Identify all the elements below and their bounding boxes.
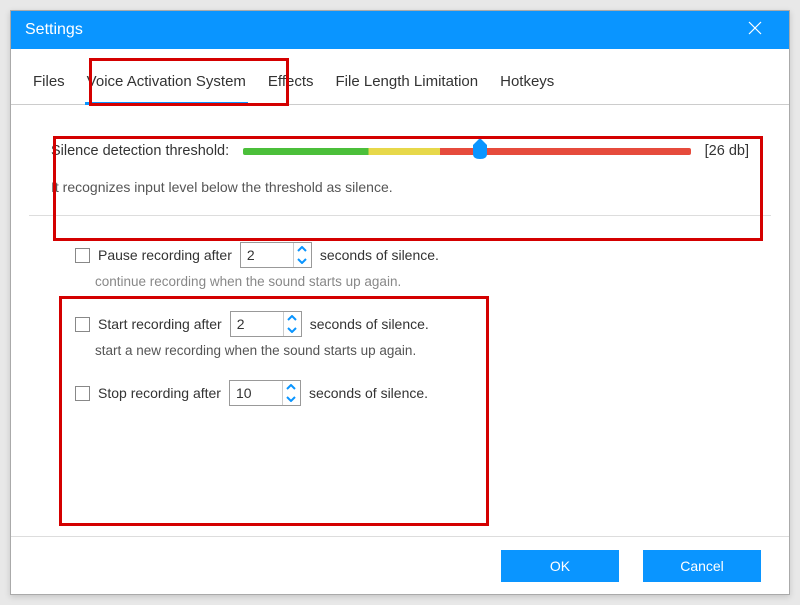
close-button[interactable] [735,11,775,49]
threshold-section: Silence detection threshold: [26 db] It … [11,105,789,215]
chevron-down-icon [297,258,307,264]
stop-label-after: seconds of silence. [309,385,428,401]
spinner-down-button[interactable] [283,393,300,405]
pause-subhint: continue recording when the sound starts… [95,274,749,289]
start-seconds-value[interactable]: 2 [231,312,283,336]
spinner-up-button[interactable] [284,312,301,324]
cancel-button[interactable]: Cancel [643,550,761,582]
start-label-before: Start recording after [98,316,222,332]
pause-seconds-spinner[interactable]: 2 [240,242,312,268]
chevron-down-icon [287,327,297,333]
start-subhint: start a new recording when the sound sta… [95,343,749,358]
titlebar: Settings [11,11,789,49]
stop-label-before: Stop recording after [98,385,221,401]
pause-label-after: seconds of silence. [320,247,439,263]
options-section: Pause recording after 2 seconds of silen… [11,216,789,426]
start-label-after: seconds of silence. [310,316,429,332]
stop-seconds-spinner[interactable]: 10 [229,380,301,406]
chevron-up-icon [287,315,297,321]
stop-seconds-value[interactable]: 10 [230,381,282,405]
chevron-up-icon [286,384,296,390]
threshold-hint: It recognizes input level below the thre… [51,179,749,195]
pause-seconds-value[interactable]: 2 [241,243,293,267]
slider-thumb[interactable] [472,138,488,160]
close-icon [748,21,762,40]
stop-option: Stop recording after 10 seconds of silen… [67,380,749,406]
ok-button[interactable]: OK [501,550,619,582]
pause-label-before: Pause recording after [98,247,232,263]
spinner-up-button[interactable] [283,381,300,393]
threshold-row: Silence detection threshold: [26 db] [51,141,749,161]
tab-strip: Files Voice Activation System Effects Fi… [11,49,789,105]
start-checkbox[interactable] [75,317,90,332]
dialog-footer: OK Cancel [11,536,789,594]
spinner-down-button[interactable] [284,324,301,336]
pause-option: Pause recording after 2 seconds of silen… [67,242,749,289]
chevron-up-icon [297,246,307,252]
tab-effects[interactable]: Effects [264,67,318,104]
threshold-slider[interactable] [243,141,691,161]
tab-files[interactable]: Files [29,67,69,104]
pause-checkbox[interactable] [75,248,90,263]
window-title: Settings [25,21,735,39]
tab-voice-activation-system[interactable]: Voice Activation System [83,67,250,104]
threshold-label: Silence detection threshold: [51,143,229,159]
slider-track [243,148,691,155]
start-seconds-spinner[interactable]: 2 [230,311,302,337]
spinner-down-button[interactable] [294,255,311,267]
tab-hotkeys[interactable]: Hotkeys [496,67,558,104]
spinner-up-button[interactable] [294,243,311,255]
start-option: Start recording after 2 seconds of silen… [67,311,749,358]
tab-file-length-limitation[interactable]: File Length Limitation [332,67,483,104]
chevron-down-icon [286,396,296,402]
settings-window: Settings Files Voice Activation System E… [10,10,790,595]
threshold-value: [26 db] [705,143,749,159]
stop-checkbox[interactable] [75,386,90,401]
